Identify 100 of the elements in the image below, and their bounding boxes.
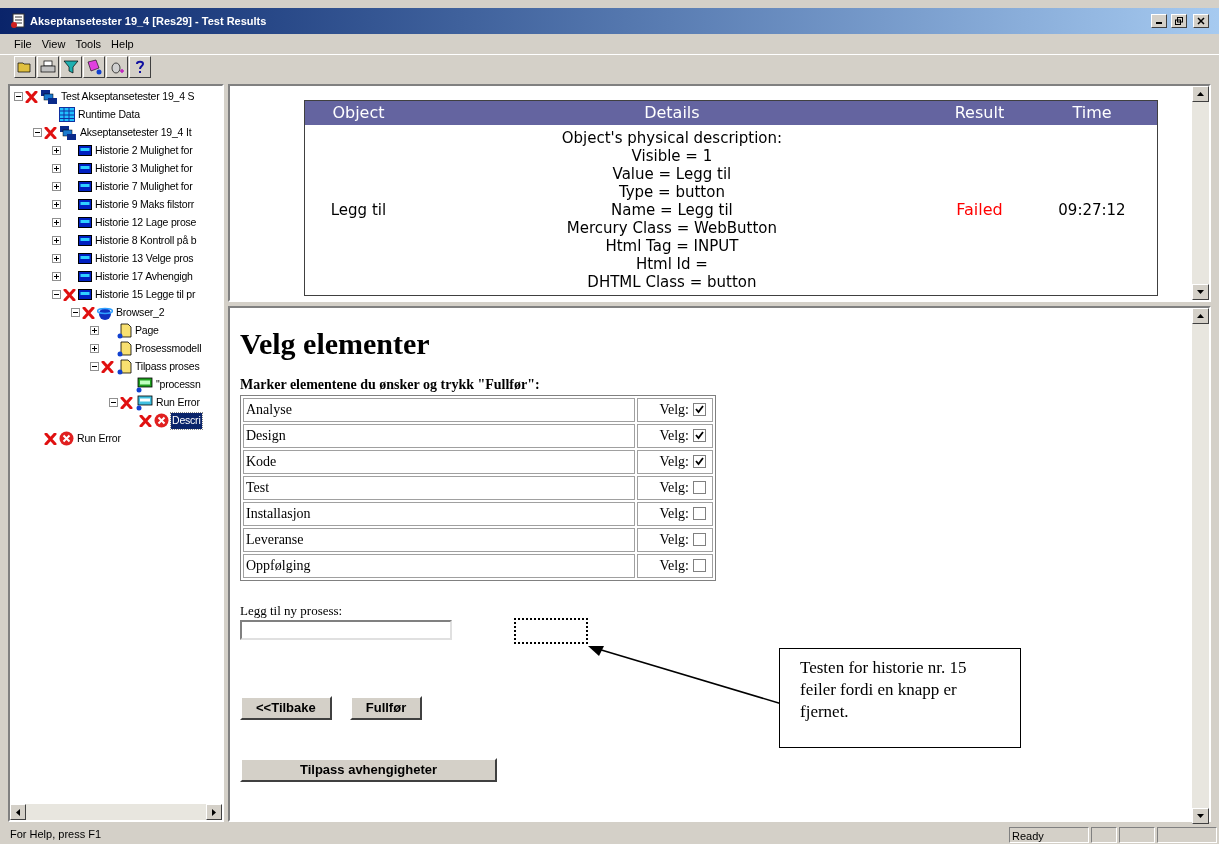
collapse-icon[interactable] bbox=[71, 308, 80, 318]
tree-item[interactable]: Historie 8 Kontroll på b bbox=[94, 232, 198, 249]
expand-icon[interactable] bbox=[52, 182, 61, 192]
expand-icon[interactable] bbox=[52, 218, 61, 228]
tree-item[interactable]: Prosessmodell bbox=[134, 340, 203, 357]
tree-item[interactable]: "processn bbox=[155, 376, 202, 393]
down-arrow-icon bbox=[1197, 289, 1204, 294]
checkbox[interactable] bbox=[693, 481, 706, 495]
checkbox[interactable] bbox=[693, 533, 706, 547]
filter-button[interactable] bbox=[60, 56, 82, 79]
status-pane bbox=[1157, 826, 1217, 843]
collapse-icon[interactable] bbox=[14, 92, 23, 102]
printer-button[interactable] bbox=[37, 56, 59, 79]
checkbox[interactable] bbox=[693, 507, 706, 521]
restore-button[interactable] bbox=[1171, 13, 1187, 28]
tree-item[interactable]: Descri bbox=[171, 412, 202, 429]
horizontal-scrollbar[interactable] bbox=[10, 804, 222, 821]
menu-item[interactable]: Help bbox=[111, 35, 134, 53]
collapse-icon[interactable] bbox=[109, 398, 118, 408]
window-icon bbox=[78, 145, 92, 157]
right-arrow-icon bbox=[212, 808, 216, 816]
app-icon bbox=[10, 12, 26, 29]
open-folder-icon bbox=[17, 59, 33, 76]
dependencies-button[interactable]: Tilpass avhengigheter bbox=[240, 758, 497, 783]
report-icon bbox=[86, 59, 102, 76]
tree-item[interactable]: Tilpass proses bbox=[134, 358, 201, 375]
tree-item[interactable]: Historie 7 Mulighet for bbox=[94, 178, 194, 195]
table-cell: Legg til bbox=[304, 124, 412, 296]
report-button[interactable] bbox=[83, 56, 105, 79]
tree-item[interactable]: Historie 2 Mulighet for bbox=[94, 142, 194, 159]
tree-item[interactable]: Run Error bbox=[155, 394, 201, 411]
detail-line: Value = Legg til bbox=[611, 164, 733, 183]
tree-item[interactable]: Akseptansetester 19_4 It bbox=[79, 124, 193, 141]
collapse-icon[interactable] bbox=[33, 128, 42, 138]
checkbox-label: Velg: bbox=[659, 531, 689, 550]
checkbox-label: Velg: bbox=[659, 401, 689, 420]
tree-item[interactable]: Historie 9 Maks filstorr bbox=[94, 196, 196, 213]
tree-item[interactable]: Historie 3 Mulighet for bbox=[94, 160, 194, 177]
window-icon bbox=[78, 235, 92, 247]
window-icon bbox=[78, 181, 92, 193]
open-folder-button[interactable] bbox=[14, 56, 36, 79]
scroll-right-button[interactable] bbox=[206, 804, 222, 821]
checkbox[interactable] bbox=[693, 403, 706, 417]
checkbox[interactable] bbox=[693, 429, 706, 443]
vertical-scrollbar[interactable] bbox=[1192, 307, 1209, 824]
vertical-scrollbar[interactable] bbox=[1192, 85, 1209, 300]
detail-line: Html Id = bbox=[634, 254, 709, 273]
checkbox[interactable] bbox=[693, 455, 706, 469]
scroll-down-button[interactable] bbox=[1192, 283, 1209, 300]
close-button[interactable] bbox=[1193, 13, 1209, 28]
expand-icon[interactable] bbox=[52, 200, 61, 210]
tree-item[interactable]: Page bbox=[134, 322, 160, 339]
scroll-up-button[interactable] bbox=[1192, 85, 1209, 102]
tree-item[interactable]: Test Akseptansetester 19_4 S bbox=[60, 88, 196, 105]
input-field[interactable] bbox=[240, 620, 452, 641]
tree-item[interactable]: Historie 13 Velge pros bbox=[94, 250, 195, 267]
detail-line: Mercury Class = WebButton bbox=[565, 218, 778, 237]
menu-item[interactable]: File bbox=[14, 35, 32, 53]
table-cell: 09:27:12 bbox=[1026, 124, 1158, 296]
menu-item[interactable]: View bbox=[41, 35, 66, 53]
detail-line: Object's physical description: bbox=[560, 128, 784, 147]
nav-button[interactable]: Fullfør bbox=[349, 696, 423, 721]
expand-icon[interactable] bbox=[52, 254, 61, 264]
detail-line: Type = button bbox=[617, 182, 726, 201]
error-icon bbox=[154, 413, 169, 429]
table-cell: Oppfølging bbox=[243, 553, 635, 578]
stacked-windows-icon bbox=[59, 124, 77, 141]
tree-item[interactable]: Browser_2 bbox=[115, 304, 166, 321]
edit-box-icon bbox=[135, 376, 153, 393]
detail-line: Html Tag = INPUT bbox=[604, 236, 740, 255]
scroll-down-button[interactable] bbox=[1192, 807, 1209, 824]
bug-button[interactable] bbox=[106, 56, 128, 79]
expand-icon[interactable] bbox=[52, 236, 61, 246]
collapse-icon[interactable] bbox=[52, 290, 61, 300]
tree-item[interactable]: Run Error bbox=[76, 430, 122, 447]
detail-line: Name = Legg til bbox=[610, 200, 734, 219]
checkbox[interactable] bbox=[693, 559, 706, 573]
expand-icon[interactable] bbox=[52, 272, 61, 282]
filter-icon bbox=[63, 59, 79, 76]
tree-item[interactable]: Historie 12 Lage prose bbox=[94, 214, 198, 231]
scroll-left-button[interactable] bbox=[10, 804, 26, 821]
printer-icon bbox=[40, 59, 56, 76]
collapse-icon[interactable] bbox=[90, 362, 99, 372]
scroll-up-button[interactable] bbox=[1192, 307, 1209, 324]
tree-item[interactable]: Historie 17 Avhengigh bbox=[94, 268, 194, 285]
column-header: Object bbox=[304, 100, 412, 125]
nav-button[interactable]: <<Tilbake bbox=[240, 696, 332, 721]
expand-icon[interactable] bbox=[52, 146, 61, 156]
expand-icon[interactable] bbox=[90, 326, 99, 336]
window-icon bbox=[78, 289, 92, 301]
tree-item[interactable]: Historie 15 Legge til pr bbox=[94, 286, 197, 303]
expand-icon[interactable] bbox=[52, 164, 61, 174]
menu-item[interactable]: Tools bbox=[75, 35, 102, 53]
status-pane bbox=[1119, 826, 1155, 843]
minimize-button[interactable] bbox=[1151, 13, 1167, 28]
page-icon bbox=[116, 322, 132, 339]
tree-item[interactable]: Runtime Data bbox=[77, 106, 141, 123]
object-icon bbox=[135, 394, 153, 411]
expand-icon[interactable] bbox=[90, 344, 99, 354]
help-button[interactable] bbox=[129, 56, 151, 79]
